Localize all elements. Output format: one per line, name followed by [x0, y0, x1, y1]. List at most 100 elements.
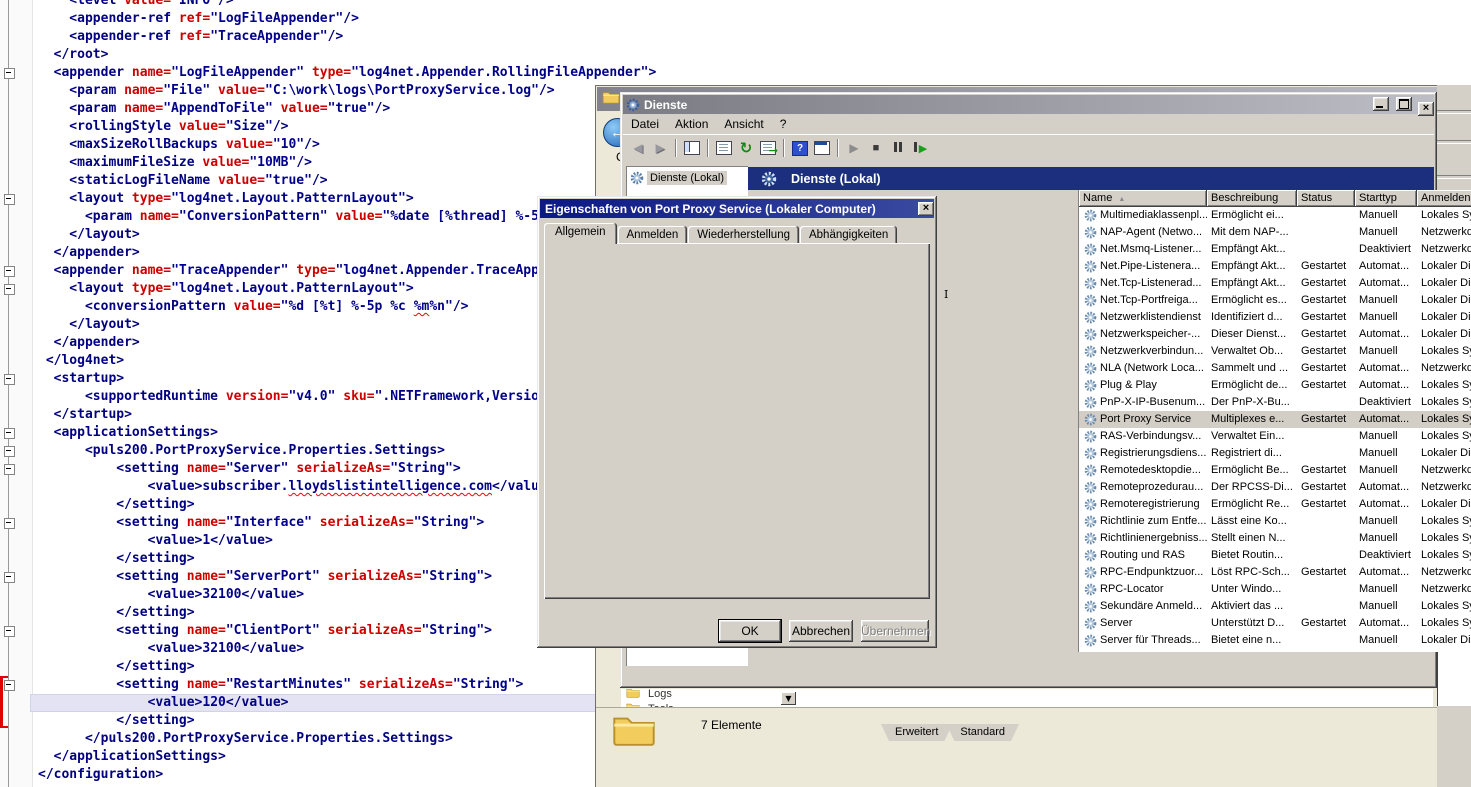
table-row[interactable]: Netzwerkverbindun...Verwaltet Ob...Gesta…: [1079, 343, 1471, 360]
menu-item-ansicht[interactable]: Ansicht: [716, 117, 771, 131]
fold-marker-icon[interactable]: [4, 428, 15, 439]
table-row[interactable]: Remotedesktopdie...Ermöglicht Be...Gesta…: [1079, 462, 1471, 479]
code-line: <level value="INFO"/>: [38, 0, 656, 10]
menu-item-help[interactable]: ?: [772, 117, 795, 131]
maximize-button[interactable]: [1396, 97, 1412, 111]
abbrechen-button[interactable]: Abbrechen: [789, 620, 853, 642]
service-name-cell: Remotedesktopdie...: [1079, 462, 1207, 479]
tree-item-label: Dienste (Lokal): [647, 171, 727, 185]
table-cell: Empfängt Akt...: [1207, 275, 1297, 292]
fold-marker-icon[interactable]: [4, 446, 15, 457]
table-row[interactable]: Remoteprozedurau...Der RPCSS-Di...Gestar…: [1079, 479, 1471, 496]
table-row[interactable]: ServerUnterstützt D...GestartetAutomat..…: [1079, 615, 1471, 632]
console-tree-icon[interactable]: [681, 137, 703, 159]
table-cell: Manuell: [1355, 292, 1417, 309]
table-cell: Automat...: [1355, 326, 1417, 343]
table-row[interactable]: Port Proxy ServiceMultiplexes e...Gestar…: [1079, 411, 1471, 428]
table-row[interactable]: Net.Msmq-Listener...Empfängt Akt...Deakt…: [1079, 241, 1471, 258]
sidebar-item-dienste-lokal[interactable]: Dienste (Lokal): [630, 171, 727, 185]
table-row[interactable]: Netzwerkspeicher-...Dieser Dienst...Gest…: [1079, 326, 1471, 343]
column-header-starttyp[interactable]: Starttyp: [1355, 190, 1417, 207]
table-row[interactable]: Sekundäre Anmeld...Aktiviert das ...Manu…: [1079, 598, 1471, 615]
table-row[interactable]: NAP-Agent (Netwo...Mit dem NAP-...Manuel…: [1079, 224, 1471, 241]
code-line: <param name="AppendToFile" value="true"/…: [38, 100, 656, 118]
table-row[interactable]: Routing und RASBietet Routin...Deaktivie…: [1079, 547, 1471, 564]
table-cell: [1297, 224, 1355, 241]
dialog-titlebar[interactable]: Eigenschaften von Port Proxy Service (Lo…: [540, 199, 934, 218]
table-row[interactable]: Registrierungsdiens...Registriert di...M…: [1079, 445, 1471, 462]
pause-service-icon[interactable]: [887, 137, 909, 159]
table-cell: Stellt einen N...: [1207, 530, 1297, 547]
fold-marker-icon[interactable]: [4, 572, 15, 583]
tab-standard[interactable]: Standard: [946, 724, 1019, 741]
table-row[interactable]: NLA (Network Loca...Sammelt und ...Gesta…: [1079, 360, 1471, 377]
table-row[interactable]: RAS-Verbindungsv...Verwaltet Ein...Manue…: [1079, 428, 1471, 445]
forward-icon[interactable]: ►: [649, 137, 671, 159]
explorer-file-list[interactable]: LogsTools: [621, 689, 1433, 707]
table-cell: [1297, 530, 1355, 547]
code-line: </setting>: [38, 658, 656, 676]
minimize-button[interactable]: [1373, 97, 1389, 111]
table-cell: Der RPCSS-Di...: [1207, 479, 1297, 496]
fold-marker-icon[interactable]: [4, 194, 15, 205]
divider: [1437, 175, 1471, 179]
new-window-icon[interactable]: [811, 137, 833, 159]
column-header-beschreibung[interactable]: Beschreibung: [1207, 190, 1297, 207]
table-row[interactable]: Net.Pipe-Listenera...Empfängt Akt...Gest…: [1079, 258, 1471, 275]
table-row[interactable]: RPC-Endpunktzuor...Löst RPC-Sch...Gestar…: [1079, 564, 1471, 581]
table-row[interactable]: NetzwerklistendienstIdentifiziert d...Ge…: [1079, 309, 1471, 326]
table-cell: Lokales System: [1417, 343, 1471, 360]
fold-marker-icon[interactable]: [4, 374, 15, 385]
fold-marker-icon[interactable]: [4, 266, 15, 277]
services-banner: Dienste (Lokal): [748, 167, 1434, 190]
table-cell: Identifiziert d...: [1207, 309, 1297, 326]
fold-marker-icon[interactable]: [4, 68, 15, 79]
stop-service-icon[interactable]: ■: [865, 137, 887, 159]
close-icon[interactable]: ×: [918, 202, 934, 216]
menu-item-aktion[interactable]: Aktion: [667, 117, 716, 131]
ok-button[interactable]: OK: [719, 620, 781, 642]
refresh-icon[interactable]: ↻: [735, 137, 757, 159]
menu-item-datei[interactable]: Datei: [623, 117, 667, 131]
table-header: Name▲BeschreibungStatusStarttypAnmelden …: [1079, 190, 1471, 207]
table-row[interactable]: Net.Tcp-Listenerad...Empfängt Akt...Gest…: [1079, 275, 1471, 292]
restart-service-icon[interactable]: ▶: [909, 137, 931, 159]
services-titlebar[interactable]: Dienste: [623, 95, 1434, 114]
tab-erweitert[interactable]: Erweitert: [881, 724, 952, 741]
table-row[interactable]: Richtlinie zum Entfe...Lässt eine Ko...M…: [1079, 513, 1471, 530]
tab-allgemein[interactable]: Allgemein: [544, 223, 617, 244]
table-row[interactable]: Plug & PlayErmöglicht de...GestartetAuto…: [1079, 377, 1471, 394]
table-row[interactable]: Multimediaklassenpl...Ermöglicht ei...Ma…: [1079, 207, 1471, 224]
table-row[interactable]: RemoteregistrierungErmöglicht Re...Gesta…: [1079, 496, 1471, 513]
table-cell: Lokaler Dienst: [1417, 632, 1471, 649]
table-cell: Mit dem NAP-...: [1207, 224, 1297, 241]
column-header-anmeldenals[interactable]: Anmelden als: [1417, 190, 1471, 207]
tab-anmelden[interactable]: Anmelden: [618, 226, 688, 244]
export-list-icon[interactable]: →: [757, 137, 779, 159]
fold-marker-icon[interactable]: [4, 680, 15, 691]
tab-abhangigkeiten[interactable]: Abhängigkeiten: [800, 226, 897, 244]
fold-marker-icon[interactable]: [4, 626, 15, 637]
table-cell: Manuell: [1355, 513, 1417, 530]
table-row[interactable]: PnP-X-IP-Busenum...Der PnP-X-Bu...Deakti…: [1079, 394, 1471, 411]
table-cell: [1297, 241, 1355, 258]
tab-wiederherstellung[interactable]: Wiederherstellung: [688, 226, 799, 244]
start-service-icon[interactable]: ▶: [843, 137, 865, 159]
properties-icon[interactable]: [713, 137, 735, 159]
table-row[interactable]: Net.Tcp-Portfreiga...Ermöglicht es...Ges…: [1079, 292, 1471, 309]
service-gear-icon: [1084, 617, 1097, 630]
service-gear-icon: [1084, 294, 1097, 307]
back-icon[interactable]: ◄: [627, 137, 649, 159]
table-row[interactable]: Richtlinienergebniss...Stellt einen N...…: [1079, 530, 1471, 547]
column-header-name[interactable]: Name▲: [1079, 190, 1207, 207]
table-cell: Gestartet: [1297, 343, 1355, 360]
list-item[interactable]: Logs: [646, 689, 672, 702]
help-icon[interactable]: ?: [789, 137, 811, 159]
chevron-down-icon[interactable]: ▼: [781, 692, 796, 705]
fold-marker-icon[interactable]: [4, 518, 15, 529]
fold-marker-icon[interactable]: [4, 284, 15, 295]
column-header-status[interactable]: Status: [1297, 190, 1355, 207]
table-row[interactable]: RPC-LocatorUnter Windo...ManuellNetzwerk…: [1079, 581, 1471, 598]
table-row[interactable]: Server für Threads...Bietet eine n...Man…: [1079, 632, 1471, 649]
fold-marker-icon[interactable]: [4, 464, 15, 475]
